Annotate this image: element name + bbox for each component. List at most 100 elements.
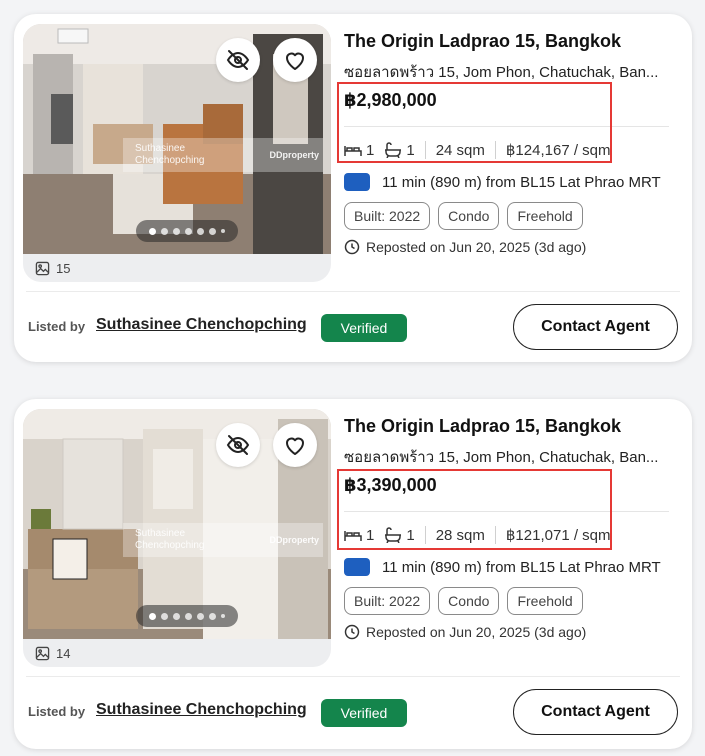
carousel-dot[interactable] — [221, 229, 225, 233]
carousel-dot[interactable] — [197, 612, 204, 620]
watermark-agent-name: Suthasinee Chenchopching — [135, 143, 205, 166]
photo-carousel-dots[interactable] — [136, 605, 238, 627]
beds-value: 1 — [366, 141, 375, 159]
spec-separator — [424, 526, 426, 544]
bathtub-icon — [385, 527, 402, 543]
tag-tenure: Freehold — [507, 202, 583, 230]
carousel-dot[interactable] — [161, 227, 168, 235]
price-per-sqm: ฿121,071 / sqm — [505, 527, 611, 544]
repost-text: Reposted on Jun 20, 2025 (3d ago) — [366, 624, 587, 640]
listing-address: ซอยลาดพร้าว 15, Jom Phon, Chatuchak, Ban… — [344, 64, 659, 81]
baths-value: 1 — [406, 526, 415, 544]
spec-separator — [424, 141, 426, 159]
carousel-dot[interactable] — [149, 612, 156, 620]
carousel-dot[interactable] — [149, 227, 156, 235]
mrt-text: 11 min (890 m) from BL15 Lat Phrao MRT — [382, 558, 661, 576]
verified-badge: Verified — [321, 699, 407, 727]
listing-title[interactable]: The Origin Ladprao 15, Bangkok — [344, 31, 621, 52]
mrt-line-icon — [344, 558, 370, 576]
listing-card[interactable]: Suthasinee Chenchopching DDproperty — [14, 14, 692, 362]
bathtub-icon — [385, 142, 402, 158]
photo-count-value: 15 — [56, 261, 71, 276]
favorite-button[interactable] — [273, 38, 317, 82]
watermark-logo: DDproperty — [269, 150, 319, 160]
hide-listing-button[interactable] — [216, 38, 260, 82]
carousel-dot[interactable] — [197, 227, 204, 235]
size-value: 28 sqm — [435, 526, 485, 544]
photo-count: 15 — [35, 261, 70, 276]
listing-photo-gallery[interactable]: Suthasinee Chenchopching DDproperty — [23, 24, 331, 282]
listing-address: ซอยลาดพร้าว 15, Jom Phon, Chatuchak, Ban… — [344, 449, 659, 466]
tag-built: Built: 2022 — [344, 587, 431, 615]
listing-card[interactable]: Suthasinee Chenchopching DDproperty — [14, 399, 692, 749]
carousel-dot[interactable] — [209, 612, 216, 620]
price-per-sqm: ฿124,167 / sqm — [505, 142, 611, 159]
listing-specs: 1 1 28 sqm ฿121,071 / sqm — [344, 526, 611, 544]
mrt-text: 11 min (890 m) from BL15 Lat Phrao MRT — [382, 173, 661, 191]
mrt-distance: 11 min (890 m) from BL15 Lat Phrao MRT — [344, 558, 661, 576]
carousel-dot[interactable] — [209, 227, 216, 235]
beds-spec: 1 — [344, 142, 374, 159]
agent-name-link[interactable]: Suthasinee Chenchopching — [96, 316, 307, 334]
listing-tags: Built: 2022 Condo Freehold — [344, 202, 583, 230]
beds-spec: 1 — [344, 527, 374, 544]
image-icon — [35, 261, 50, 276]
listing-specs: 1 1 24 sqm ฿124,167 / sqm — [344, 141, 611, 159]
clock-icon — [344, 239, 360, 255]
listing-price: ฿2,980,000 — [344, 90, 437, 110]
watermark-logo: DDproperty — [269, 535, 319, 545]
divider — [26, 291, 680, 292]
contact-agent-button[interactable]: Contact Agent — [513, 304, 678, 350]
mrt-distance: 11 min (890 m) from BL15 Lat Phrao MRT — [344, 173, 661, 191]
watermark-agent-name: Suthasinee Chenchopching — [135, 528, 205, 551]
agent-name-link[interactable]: Suthasinee Chenchopching — [96, 701, 307, 719]
clock-icon — [344, 624, 360, 640]
listing-photo-gallery[interactable]: Suthasinee Chenchopching DDproperty — [23, 409, 331, 667]
tag-property-type: Condo — [438, 587, 500, 615]
photo-count: 14 — [35, 646, 70, 661]
heart-icon — [286, 52, 304, 70]
photo-watermark: Suthasinee Chenchopching DDproperty — [123, 523, 323, 557]
baths-spec: 1 — [384, 526, 415, 544]
listed-by-label: Listed by — [28, 319, 86, 334]
listing-title[interactable]: The Origin Ladprao 15, Bangkok — [344, 416, 621, 437]
favorite-button[interactable] — [273, 423, 317, 467]
baths-value: 1 — [406, 141, 415, 159]
photo-watermark: Suthasinee Chenchopching DDproperty — [123, 138, 323, 172]
photo-carousel-dots[interactable] — [136, 220, 238, 242]
baths-spec: 1 — [384, 141, 415, 159]
carousel-dot[interactable] — [185, 227, 192, 235]
divider — [26, 676, 680, 677]
tag-tenure: Freehold — [507, 587, 583, 615]
divider — [344, 126, 669, 127]
divider — [344, 511, 669, 512]
repost-info: Reposted on Jun 20, 2025 (3d ago) — [344, 624, 586, 640]
listed-by-label: Listed by — [28, 704, 86, 719]
bed-icon — [344, 146, 362, 156]
bed-icon — [344, 531, 362, 541]
contact-agent-button[interactable]: Contact Agent — [513, 689, 678, 735]
size-value: 24 sqm — [435, 141, 485, 159]
listing-price: ฿3,390,000 — [344, 475, 437, 495]
tag-built: Built: 2022 — [344, 202, 431, 230]
beds-value: 1 — [366, 526, 375, 544]
carousel-dot[interactable] — [173, 612, 180, 620]
carousel-dot[interactable] — [173, 227, 180, 235]
eye-off-icon — [226, 50, 250, 70]
spec-separator — [494, 526, 496, 544]
carousel-dot[interactable] — [161, 612, 168, 620]
repost-info: Reposted on Jun 20, 2025 (3d ago) — [344, 239, 586, 255]
repost-text: Reposted on Jun 20, 2025 (3d ago) — [366, 239, 587, 255]
listing-tags: Built: 2022 Condo Freehold — [344, 587, 583, 615]
spec-separator — [494, 141, 496, 159]
carousel-dot[interactable] — [221, 614, 225, 618]
photo-count-value: 14 — [56, 646, 71, 661]
verified-badge: Verified — [321, 314, 407, 342]
eye-off-icon — [226, 435, 250, 455]
mrt-line-icon — [344, 173, 370, 191]
tag-property-type: Condo — [438, 202, 500, 230]
carousel-dot[interactable] — [185, 612, 192, 620]
hide-listing-button[interactable] — [216, 423, 260, 467]
image-icon — [35, 646, 50, 661]
heart-icon — [286, 437, 304, 455]
